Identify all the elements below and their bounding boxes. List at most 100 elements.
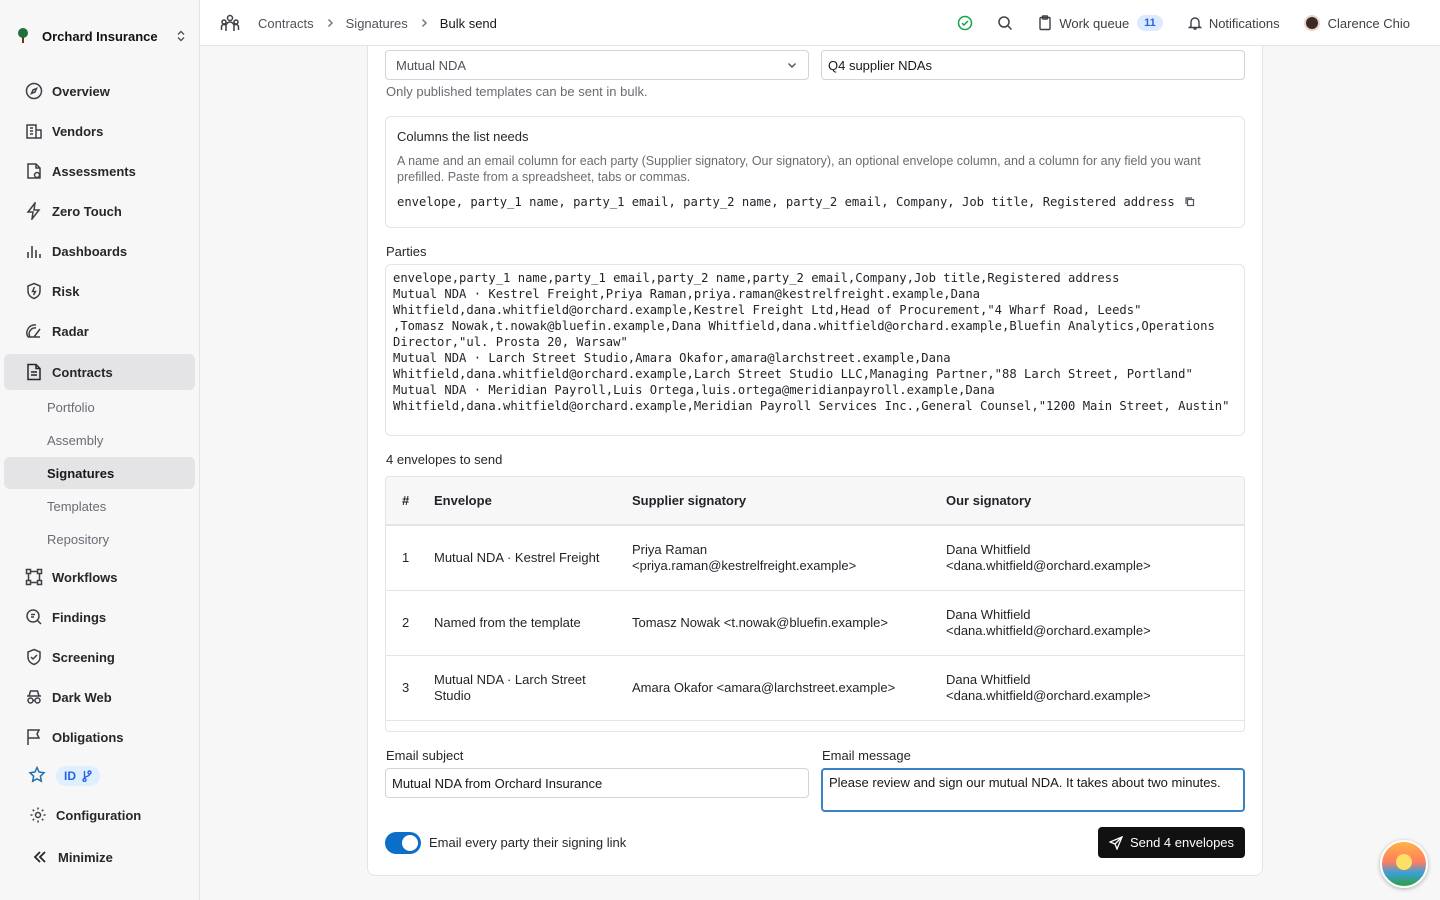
sidebar-item-assessments[interactable]: Assessments (4, 153, 195, 189)
search-icon[interactable] (997, 15, 1013, 31)
sidebar-item-label: Risk (52, 283, 80, 299)
template-select-value: Mutual NDA (396, 57, 467, 73)
assistant-launcher[interactable] (1380, 840, 1428, 888)
sidebar-item-vendors[interactable]: Vendors (4, 113, 195, 149)
search-doc-icon (24, 607, 44, 627)
notifications-label: Notifications (1208, 15, 1280, 31)
sidebar-item-label: Radar (52, 323, 89, 339)
sidebar-item-configuration[interactable]: Configuration (4, 797, 195, 833)
parties-textarea[interactable]: envelope,party_1 name,party_1 email,part… (385, 264, 1245, 436)
sidebar-item-label: Zero Touch (52, 203, 122, 219)
sidebar-subitem-signatures[interactable]: Signatures (4, 457, 195, 489)
chevron-down-icon (788, 63, 796, 68)
sidebar-item-dashboards[interactable]: Dashboards (4, 233, 195, 269)
row-ours: Dana Whitfield <dana.whitfield@orchard.e… (946, 672, 1151, 703)
table-row: 3 Mutual NDA · Larch Street Studio Amara… (386, 656, 1244, 721)
columns-description: A name and an email column for each part… (397, 153, 1201, 185)
sparkle-badge-icon (28, 765, 46, 787)
columns-description-line-2: prefilled. Paste from a spreadsheet, tab… (397, 170, 691, 184)
send-envelopes-label: Send 4 envelopes (1129, 835, 1235, 850)
work-queue-count-badge: 11 (1137, 15, 1163, 31)
clipboard-icon (1039, 15, 1052, 31)
breadcrumb-signatures[interactable]: Signatures (346, 16, 408, 31)
sidebar-subitem-repository[interactable]: Repository (4, 523, 195, 555)
email-subject-input[interactable]: Mutual NDA from Orchard Insurance (385, 768, 809, 798)
sidebar-item-label: Minimize (58, 849, 113, 865)
bolt-icon (24, 201, 44, 221)
breadcrumb-current: Bulk send (439, 15, 497, 31)
sidebar-item-label: Findings (52, 609, 107, 625)
template-select[interactable]: Mutual NDA (385, 50, 809, 80)
notifications-button[interactable]: Notifications (1187, 15, 1280, 31)
sidebar-item-risk[interactable]: Risk (4, 273, 195, 309)
id-pill[interactable]: ID (56, 766, 100, 786)
sidebar-item-label: Dashboards (52, 243, 128, 259)
sidebar-item-findings[interactable]: Findings (4, 599, 195, 635)
row-envelope: Mutual NDA · Larch Street Studio (434, 672, 586, 703)
minimize-button[interactable]: Minimize (4, 839, 195, 875)
incognito-icon (24, 687, 44, 707)
columns-info-box: Columns the list needs A name and an ema… (385, 116, 1245, 228)
header-ours: Our signatory (946, 492, 1032, 508)
sidebar-subitem-assembly[interactable]: Assembly (4, 424, 195, 456)
row-num: 3 (402, 680, 410, 695)
id-label: ID (64, 769, 76, 783)
send-icon (1108, 835, 1123, 850)
identity-row[interactable]: ID (28, 765, 100, 787)
sun-icon (1396, 854, 1412, 870)
topbar-actions: Work queue 11 Notifications Clarence Chi… (933, 11, 1410, 35)
sidebar-item-obligations[interactable]: Obligations (4, 719, 195, 755)
sidebar-subitem-portfolio[interactable]: Portfolio (4, 391, 195, 423)
sidebar-item-label: Assessments (52, 163, 136, 179)
row-envelope: Named from the template (434, 615, 581, 630)
shield-check-icon (24, 647, 44, 667)
sidebar-item-label: Contracts (52, 364, 113, 380)
org-switcher[interactable]: Orchard Insurance (12, 24, 188, 48)
radar-icon (24, 321, 44, 341)
email-link-toggle[interactable] (385, 832, 421, 854)
columns-title: Columns the list needs (397, 129, 529, 144)
sidebar-item-radar[interactable]: Radar (4, 313, 195, 349)
template-hint: Only published templates can be sent in … (386, 84, 648, 99)
envelopes-count-label: 4 envelopes to send (386, 452, 503, 467)
email-subject-label: Email subject (386, 748, 464, 763)
sidebar-item-screening[interactable]: Screening (4, 639, 195, 675)
sidebar-subitem-templates[interactable]: Templates (4, 490, 195, 522)
sidebar-item-label: Vendors (52, 123, 104, 139)
header-num: # (402, 492, 410, 508)
header-supplier: Supplier signatory (632, 492, 747, 508)
sidebar-item-dark-web[interactable]: Dark Web (4, 679, 195, 715)
table-row: 1 Mutual NDA · Kestrel Freight Priya Ram… (386, 526, 1244, 591)
copy-icon[interactable] (1184, 196, 1196, 208)
document-icon (24, 362, 44, 382)
branch-icon (82, 770, 92, 782)
row-ours: Dana Whitfield <dana.whitfield@orchard.e… (946, 607, 1151, 638)
topbar: Contracts Signatures Bulk send Work queu… (200, 0, 1440, 46)
sidebar-item-overview[interactable]: Overview (4, 73, 195, 109)
work-queue-button[interactable]: Work queue 11 (1037, 15, 1163, 31)
sidebar-item-zero-touch[interactable]: Zero Touch (4, 193, 195, 229)
breadcrumb-contracts[interactable]: Contracts (258, 16, 314, 31)
user-name: Clarence Chio (1327, 15, 1410, 31)
avatar (1303, 15, 1320, 31)
user-menu[interactable]: Clarence Chio (1303, 15, 1410, 31)
email-message-textarea[interactable]: Please review and sign our mutual NDA. I… (821, 768, 1245, 812)
envelopes-table: # Envelope Supplier signatory Our signat… (385, 476, 1245, 732)
sidebar-item-label: Workflows (52, 569, 118, 585)
double-chevron-left-icon (30, 847, 50, 867)
bell-icon (1187, 17, 1203, 30)
parties-label: Parties (386, 244, 427, 259)
send-envelopes-button[interactable]: Send 4 envelopes (1098, 827, 1245, 858)
columns-spec-row: envelope, party_1 name, party_1 email, p… (397, 195, 1196, 209)
shield-icon (24, 281, 44, 301)
row-supplier: Priya Raman <priya.raman@kestrelfreight.… (632, 542, 857, 573)
chevron-updown-icon (177, 30, 185, 42)
sidebar-item-contracts[interactable]: Contracts (4, 354, 195, 390)
status-check-icon[interactable] (957, 15, 973, 31)
work-queue-label: Work queue (1059, 15, 1130, 31)
table-row: 2 Named from the template Tomasz Nowak <… (386, 591, 1244, 656)
email-link-toggle-label: Email every party their signing link (429, 835, 627, 850)
building-icon (24, 121, 44, 141)
batch-name-input[interactable]: Q4 supplier NDAs (821, 50, 1245, 80)
sidebar-item-workflows[interactable]: Workflows (4, 559, 195, 595)
